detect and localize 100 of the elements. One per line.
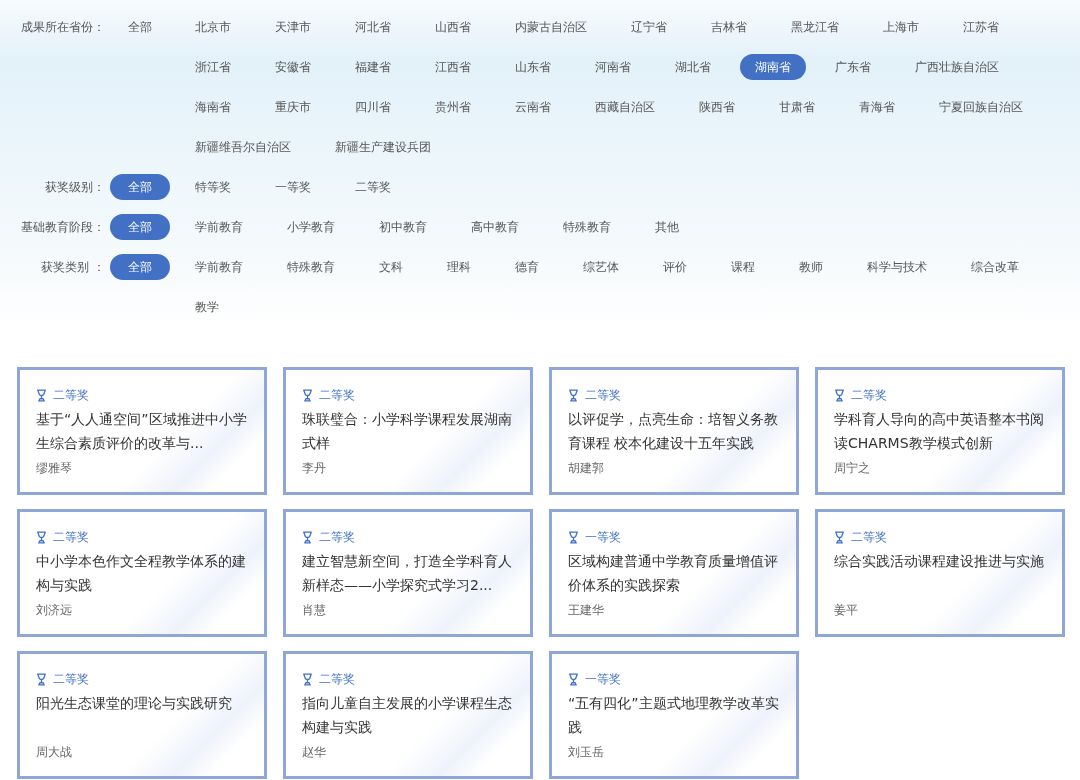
filter-option[interactable]: 天津市: [260, 14, 326, 40]
award-level: 二等奖: [319, 386, 355, 404]
filter-option[interactable]: 课程: [716, 254, 770, 280]
filter-option[interactable]: 贵州省: [420, 94, 486, 120]
filter-option[interactable]: 特等奖: [180, 174, 246, 200]
filter-option[interactable]: 四川省: [340, 94, 406, 120]
filter-option[interactable]: 北京市: [180, 14, 246, 40]
filter-option[interactable]: 高中教育: [456, 214, 534, 240]
author-name: 赵华: [302, 744, 327, 760]
result-card[interactable]: 二等奖 中小学本色作文全程教学体系的建构与实践 刘济远: [17, 509, 267, 637]
trophy-icon: [302, 530, 313, 544]
trophy-icon: [36, 672, 47, 686]
result-title: 区域构建普通中学教育质量增值评价体系的实践探索: [568, 552, 779, 595]
trophy-icon: [568, 672, 579, 686]
award-level: 二等奖: [53, 528, 89, 546]
filter-option[interactable]: 陕西省: [684, 94, 750, 120]
filter-option[interactable]: 新疆维吾尔自治区: [180, 134, 306, 160]
result-title: “五有四化”主题式地理教学改革实践: [568, 694, 780, 737]
filter-option[interactable]: 新疆生产建设兵团: [320, 134, 446, 160]
filter-option[interactable]: 小学教育: [272, 214, 350, 240]
filter-label: 基础教育阶段：: [20, 219, 105, 236]
result-title: 综合实践活动课程建设推进与实施: [834, 552, 1045, 571]
filter-option[interactable]: 湖北省: [660, 54, 726, 80]
result-card[interactable]: 二等奖 学科育人导向的高中英语整本书阅读CHARMS教学模式创新 周宁之: [815, 367, 1065, 495]
author-name: 周大战: [36, 744, 73, 760]
filter-option[interactable]: 吉林省: [696, 14, 762, 40]
filter-option[interactable]: 文科: [364, 254, 418, 280]
result-card[interactable]: 二等奖 指向儿童自主发展的小学课程生态构建与实践 赵华: [283, 651, 533, 779]
award-level: 二等奖: [585, 386, 621, 404]
result-title: 中小学本色作文全程教学体系的建构与实践: [36, 552, 247, 595]
author-name: 刘玉岳: [568, 744, 605, 760]
author-name: 王建华: [568, 602, 605, 618]
result-title: 基于“人人通空间”区域推进中小学生综合素质评价的改革与...: [36, 410, 248, 453]
filter-option[interactable]: 特殊教育: [548, 214, 626, 240]
filter-option[interactable]: 理科: [432, 254, 486, 280]
filter-option[interactable]: 湖南省: [740, 54, 806, 80]
filter-option[interactable]: 浙江省: [180, 54, 246, 80]
filter-option[interactable]: 科学与技术: [852, 254, 942, 280]
filter-option[interactable]: 河南省: [580, 54, 646, 80]
award-level: 二等奖: [319, 528, 355, 546]
result-card[interactable]: 二等奖 基于“人人通空间”区域推进中小学生综合素质评价的改革与... 缪雅琴: [17, 367, 267, 495]
filter-option[interactable]: 安徽省: [260, 54, 326, 80]
award-level: 二等奖: [851, 528, 887, 546]
filter-option[interactable]: 福建省: [340, 54, 406, 80]
filter-option[interactable]: 学前教育: [180, 214, 258, 240]
filter-option[interactable]: 全部: [110, 174, 170, 200]
result-card[interactable]: 一等奖 “五有四化”主题式地理教学改革实践 刘玉岳: [549, 651, 799, 779]
filter-option[interactable]: 内蒙古自治区: [500, 14, 602, 40]
award-level: 一等奖: [585, 528, 621, 546]
trophy-icon: [36, 530, 47, 544]
filter-option[interactable]: 综艺体: [568, 254, 634, 280]
filter-option[interactable]: 教学: [180, 294, 234, 320]
filter-option[interactable]: 重庆市: [260, 94, 326, 120]
filter-option[interactable]: 一等奖: [260, 174, 326, 200]
trophy-icon: [302, 672, 313, 686]
filter-option[interactable]: 上海市: [868, 14, 934, 40]
filter-option[interactable]: 广西壮族自治区: [900, 54, 1014, 80]
result-title: 指向儿童自主发展的小学课程生态构建与实践: [302, 694, 513, 737]
filter-option[interactable]: 河北省: [340, 14, 406, 40]
result-title: 建立智慧新空间，打造全学科育人新样态——小学探究式学习2...: [302, 552, 513, 595]
trophy-icon: [568, 388, 579, 402]
author-name: 胡建郭: [568, 460, 605, 476]
filter-option[interactable]: 评价: [648, 254, 702, 280]
filter-option[interactable]: 辽宁省: [616, 14, 682, 40]
result-card[interactable]: 二等奖 珠联璧合：小学科学课程发展湖南式样 李丹: [283, 367, 533, 495]
filter-option[interactable]: 青海省: [844, 94, 910, 120]
filter-option[interactable]: 二等奖: [340, 174, 406, 200]
result-title: 以评促学，点亮生命：培智义务教育课程 校本化建设十五年实践: [568, 410, 779, 453]
filter-option[interactable]: 教师: [784, 254, 838, 280]
trophy-icon: [834, 388, 845, 402]
filter-option[interactable]: 全部: [110, 254, 170, 280]
filter-option[interactable]: 西藏自治区: [580, 94, 670, 120]
author-name: 李丹: [302, 460, 327, 476]
filter-option[interactable]: 广东省: [820, 54, 886, 80]
filter-option[interactable]: 甘肃省: [764, 94, 830, 120]
filter-option[interactable]: 全部: [110, 14, 170, 40]
trophy-icon: [834, 530, 845, 544]
award-level: 二等奖: [851, 386, 887, 404]
filter-option[interactable]: 其他: [640, 214, 694, 240]
filter-option[interactable]: 山东省: [500, 54, 566, 80]
result-card[interactable]: 二等奖 以评促学，点亮生命：培智义务教育课程 校本化建设十五年实践 胡建郭: [549, 367, 799, 495]
filter-option[interactable]: 山西省: [420, 14, 486, 40]
filter-option[interactable]: 宁夏回族自治区: [924, 94, 1038, 120]
result-card[interactable]: 二等奖 综合实践活动课程建设推进与实施 姜平: [815, 509, 1065, 637]
result-card[interactable]: 二等奖 阳光生态课堂的理论与实践研究 周大战: [17, 651, 267, 779]
filter-option[interactable]: 特殊教育: [272, 254, 350, 280]
filter-option[interactable]: 云南省: [500, 94, 566, 120]
filter-option[interactable]: 学前教育: [180, 254, 258, 280]
filter-option[interactable]: 江西省: [420, 54, 486, 80]
filter-option[interactable]: 全部: [110, 214, 170, 240]
result-card[interactable]: 一等奖 区域构建普通中学教育质量增值评价体系的实践探索 王建华: [549, 509, 799, 637]
filter-option[interactable]: 初中教育: [364, 214, 442, 240]
filter-option[interactable]: 德育: [500, 254, 554, 280]
filter-option[interactable]: 综合改革: [956, 254, 1034, 280]
author-name: 周宁之: [834, 460, 871, 476]
author-name: 姜平: [834, 602, 859, 618]
filter-option[interactable]: 海南省: [180, 94, 246, 120]
result-card[interactable]: 二等奖 建立智慧新空间，打造全学科育人新样态——小学探究式学习2... 肖慧: [283, 509, 533, 637]
filter-option[interactable]: 黑龙江省: [776, 14, 854, 40]
filter-option[interactable]: 江苏省: [948, 14, 1014, 40]
